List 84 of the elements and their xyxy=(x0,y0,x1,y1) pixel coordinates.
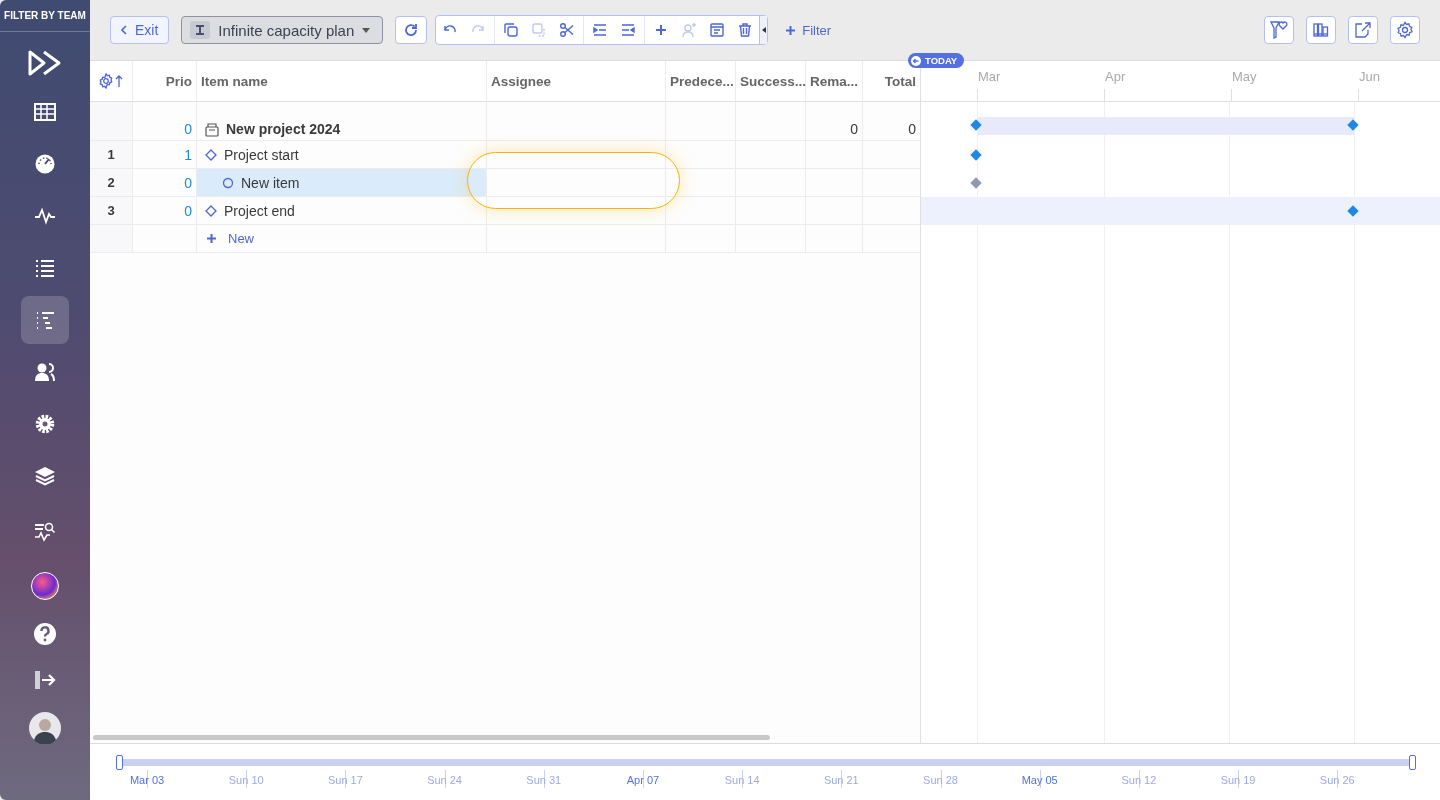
arrow-left-circle-icon xyxy=(911,55,921,66)
gradient-orb-icon[interactable] xyxy=(31,572,59,600)
priority-value: 0 xyxy=(184,121,192,137)
priority-value: 0 xyxy=(184,174,192,191)
timeline-date-label: Sun 17 xyxy=(326,774,364,786)
filter-by-team-button[interactable]: FILTER BY TEAM xyxy=(0,0,90,32)
book-columns-icon xyxy=(1313,22,1329,38)
timeline-date-label: Sun 21 xyxy=(822,774,860,786)
plus-icon xyxy=(207,234,216,243)
funnel-heart-icon xyxy=(1270,20,1288,40)
timeline-date-label: Sun 28 xyxy=(922,774,959,786)
layers-icon xyxy=(34,465,56,487)
circle-icon xyxy=(222,176,234,189)
priority-value: 0 xyxy=(184,202,192,219)
plus-icon xyxy=(786,25,796,35)
plan-icon xyxy=(190,21,211,39)
timeline-range-slider[interactable] xyxy=(116,755,1414,770)
timeline-date-label: Sun 31 xyxy=(525,774,563,786)
double-arrow-logo-icon[interactable] xyxy=(27,49,63,77)
diamond-icon xyxy=(205,148,217,161)
chart-search-icon xyxy=(34,521,56,543)
settings-button[interactable] xyxy=(1390,16,1420,44)
item-name[interactable]: New item xyxy=(241,174,300,191)
row-number-cell: 3 xyxy=(90,197,133,224)
help-icon[interactable] xyxy=(33,622,57,646)
range-handle[interactable] xyxy=(1409,755,1416,770)
sidebar-item[interactable] xyxy=(21,296,69,344)
gauge-icon xyxy=(34,153,56,175)
caret-icon xyxy=(362,27,371,33)
timeline-date-label: May 05 xyxy=(1020,774,1059,786)
column-header[interactable]: Success... xyxy=(740,73,807,89)
column-header[interactable]: Assignee xyxy=(491,73,552,89)
item-name[interactable]: Project start xyxy=(224,146,299,163)
item-name[interactable]: New project 2024 xyxy=(226,121,341,137)
columns-button[interactable] xyxy=(1306,16,1336,44)
row-number-cell: 2 xyxy=(90,169,133,196)
refresh-button[interactable] xyxy=(395,16,428,44)
refresh-icon xyxy=(404,23,419,37)
timeline-date-label: Sun 26 xyxy=(1318,774,1356,786)
total-value: 0 xyxy=(908,121,916,137)
month-label: Jun xyxy=(1359,69,1380,84)
month-label: Apr xyxy=(1105,69,1126,84)
range-handle[interactable] xyxy=(116,755,123,770)
exit-button[interactable]: Exit xyxy=(110,16,170,44)
favorite-filter-button[interactable] xyxy=(1264,16,1294,44)
column-header[interactable]: Prio xyxy=(165,73,192,89)
timeline-date-label: Sun 14 xyxy=(723,774,761,786)
column-header[interactable]: Predece... xyxy=(670,73,734,89)
settings-icon xyxy=(1396,21,1414,39)
export-button[interactable] xyxy=(1348,16,1378,44)
list-icon xyxy=(34,257,56,279)
remaining-value: 0 xyxy=(850,121,858,137)
table-grid-icon xyxy=(34,101,56,123)
logout-icon[interactable] xyxy=(34,670,56,690)
today-button[interactable]: TODAY xyxy=(908,53,965,68)
people-icon xyxy=(34,361,56,383)
timeline-date-label: Sun 12 xyxy=(1120,774,1158,786)
export-icon xyxy=(1354,21,1372,39)
timeline-date-label: Mar 03 xyxy=(128,774,166,786)
row-number-cell: 1 xyxy=(90,141,133,168)
new-item-button[interactable]: New xyxy=(205,231,254,246)
avatar-icon[interactable] xyxy=(29,712,61,744)
item-name[interactable]: Project end xyxy=(224,202,295,219)
timeline-date-label: Sun 10 xyxy=(227,774,265,786)
collapse-toolbar-button[interactable] xyxy=(759,16,768,44)
caret-icon xyxy=(761,27,766,33)
timeline-date-label: Apr 07 xyxy=(625,774,661,786)
column-header[interactable]: Total xyxy=(884,73,916,89)
month-label: May xyxy=(1232,69,1257,84)
project-icon xyxy=(205,123,219,137)
timeline-date-label: Sun 19 xyxy=(1219,774,1257,786)
plan-dropdown[interactable]: Infinite capacity plan xyxy=(181,16,384,44)
column-header[interactable]: Item name xyxy=(201,73,268,89)
column-header[interactable]: Rema... xyxy=(810,73,859,89)
timeline-date-label: Sun 24 xyxy=(426,774,463,786)
sort-settings-icon[interactable] xyxy=(98,73,124,89)
add-filter-link[interactable]: Filter xyxy=(780,21,838,39)
chevron-left-icon xyxy=(121,25,127,35)
diamond-icon xyxy=(205,204,217,217)
gantt-list-icon xyxy=(34,309,56,331)
horizontal-scrollbar[interactable] xyxy=(93,735,770,740)
month-label: Mar xyxy=(978,69,1001,84)
gear-icon xyxy=(34,413,56,435)
priority-value: 1 xyxy=(184,146,192,163)
